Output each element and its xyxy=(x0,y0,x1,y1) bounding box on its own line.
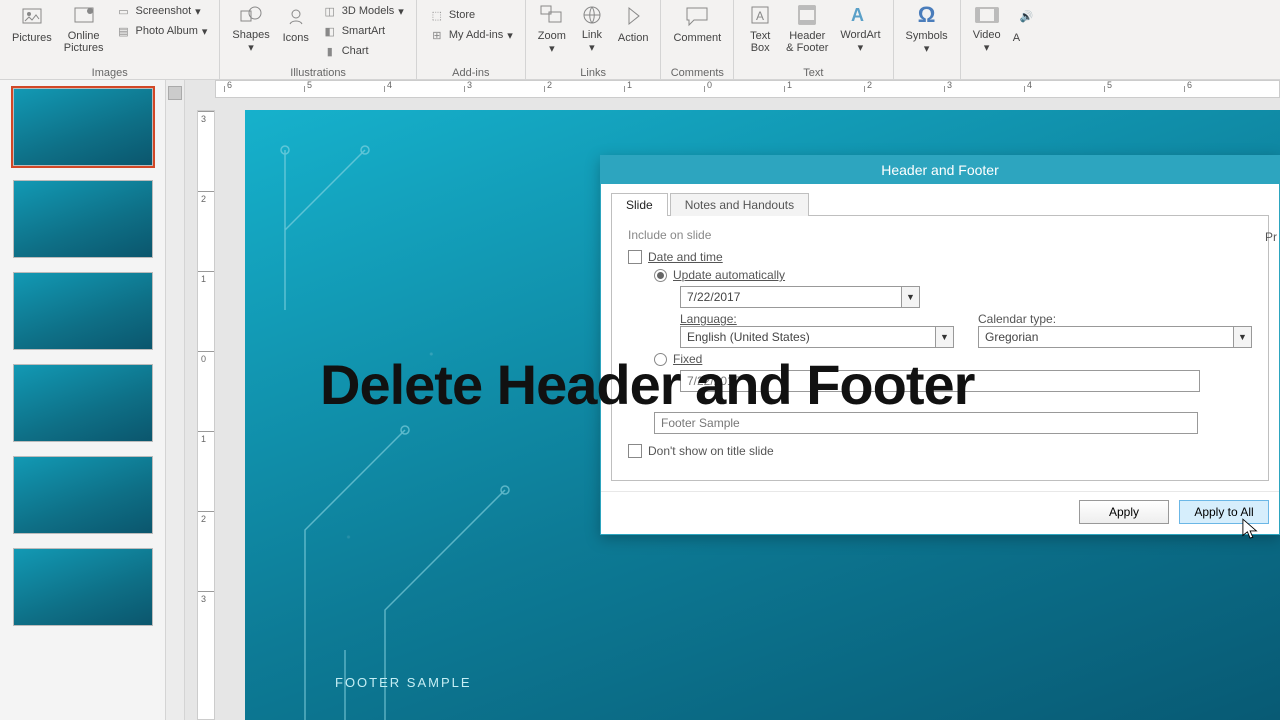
audio-icon: 🔊 xyxy=(1013,2,1037,30)
headerfooter-icon xyxy=(793,2,821,28)
dialog-tabstrip: Slide Notes and Handouts xyxy=(611,192,1269,216)
apply-to-all-button[interactable]: Apply to All xyxy=(1179,500,1269,524)
ribbon-group-illustrations: Shapes ▾ Icons ◫3D Models ▾ ◧SmartArt ▮C… xyxy=(220,0,416,79)
tab-pane-slide: Include on slide Date and time Update au… xyxy=(611,216,1269,481)
update-auto-radio[interactable] xyxy=(654,269,667,282)
store-button[interactable]: ⬚Store xyxy=(427,6,515,24)
audio-button[interactable]: 🔊A xyxy=(1007,0,1037,56)
calendar-type-label: Calendar type: xyxy=(978,312,1252,326)
group-label-images: Images xyxy=(6,65,213,79)
group-label-text: Text xyxy=(740,65,886,79)
group-label-comments: Comments xyxy=(667,65,727,79)
slide-thumbnail[interactable] xyxy=(13,88,153,166)
symbols-button[interactable]: ΩSymbols ▾ xyxy=(900,0,954,56)
icons-icon xyxy=(282,2,310,30)
ribbon-group-images: Pictures Online Pictures ▭Screenshot ▾ ▤… xyxy=(0,0,220,79)
preview-label: Pr xyxy=(1265,230,1277,244)
link-button[interactable]: Link ▾ xyxy=(572,0,612,56)
chart-button[interactable]: ▮Chart xyxy=(320,42,406,60)
slide-thumbnail[interactable] xyxy=(13,364,153,442)
online-picture-icon xyxy=(70,2,98,28)
group-label-addins: Add-ins xyxy=(423,65,519,79)
datetime-label: Date and time xyxy=(648,250,723,264)
action-button[interactable]: Action xyxy=(612,0,655,56)
online-pictures-label: Online Pictures xyxy=(64,30,104,54)
ribbon-group-comments: Comment Comments xyxy=(661,0,734,79)
shapes-button[interactable]: Shapes ▾ xyxy=(226,0,275,56)
group-label-illustrations: Illustrations xyxy=(226,65,409,79)
slide-thumbnail[interactable] xyxy=(13,180,153,258)
ribbon-group-links: Zoom ▾ Link ▾ Action Links xyxy=(526,0,662,79)
overlay-caption: Delete Header and Footer xyxy=(320,352,974,417)
ribbon-group-text: AText Box Header & Footer AWordArt ▾ Tex… xyxy=(734,0,893,79)
3d-models-button[interactable]: ◫3D Models ▾ xyxy=(320,2,406,20)
header-footer-dialog: Header and Footer Slide Notes and Handou… xyxy=(600,155,1280,535)
link-icon xyxy=(578,2,606,27)
smartart-button[interactable]: ◧SmartArt xyxy=(320,22,406,40)
date-format-combo[interactable]: 7/22/2017 ▼ xyxy=(680,286,920,308)
ribbon-group-media: Video ▾ 🔊A xyxy=(961,0,1043,79)
apply-button[interactable]: Apply xyxy=(1079,500,1169,524)
vertical-ruler: 3210123 xyxy=(197,110,215,720)
horizontal-ruler: 6543210123456 xyxy=(215,80,1280,98)
zoom-button[interactable]: Zoom ▾ xyxy=(532,0,572,56)
icons-button[interactable]: Icons xyxy=(276,0,316,56)
ribbon-group-addins: ⬚Store ⊞My Add-ins ▾ Add-ins xyxy=(417,0,526,79)
language-label: Language: xyxy=(680,312,954,326)
comment-button[interactable]: Comment xyxy=(667,0,727,56)
header-footer-button[interactable]: Header & Footer xyxy=(780,0,834,56)
group-label-links: Links xyxy=(532,65,655,79)
cube-icon: ◫ xyxy=(322,3,338,19)
addins-icon: ⊞ xyxy=(429,27,445,43)
language-combo[interactable]: English (United States) ▼ xyxy=(680,326,954,348)
tab-notes-handouts[interactable]: Notes and Handouts xyxy=(670,193,809,216)
svg-text:A: A xyxy=(851,5,864,25)
scrollbar-thumb[interactable] xyxy=(168,86,182,100)
datetime-checkbox[interactable] xyxy=(628,250,642,264)
album-icon: ▤ xyxy=(116,23,132,39)
store-icon: ⬚ xyxy=(429,7,445,23)
screenshot-icon: ▭ xyxy=(116,3,132,19)
slide-thumbnail[interactable] xyxy=(13,272,153,350)
calendar-combo[interactable]: Gregorian ▼ xyxy=(978,326,1252,348)
shapes-icon xyxy=(237,2,265,27)
chevron-down-icon[interactable]: ▼ xyxy=(1233,327,1251,347)
thumbnail-panel[interactable] xyxy=(0,80,165,720)
textbox-button[interactable]: AText Box xyxy=(740,0,780,56)
smartart-icon: ◧ xyxy=(322,23,338,39)
dont-show-title-checkbox[interactable] xyxy=(628,444,642,458)
thumbnail-scrollbar[interactable] xyxy=(165,80,185,720)
pictures-button[interactable]: Pictures xyxy=(6,0,58,56)
wordart-button[interactable]: AWordArt ▾ xyxy=(834,0,886,56)
my-addins-button[interactable]: ⊞My Add-ins ▾ xyxy=(427,26,515,44)
ribbon: Pictures Online Pictures ▭Screenshot ▾ ▤… xyxy=(0,0,1280,80)
wordart-icon: A xyxy=(846,2,874,27)
slide-thumbnail[interactable] xyxy=(13,456,153,534)
picture-icon xyxy=(18,2,46,30)
zoom-icon xyxy=(538,2,566,28)
photo-album-button[interactable]: ▤Photo Album ▾ xyxy=(114,22,210,40)
dont-show-title-label: Don't show on title slide xyxy=(648,444,774,458)
video-icon xyxy=(973,2,1001,27)
online-pictures-button[interactable]: Online Pictures xyxy=(58,0,110,56)
update-auto-label: Update automatically xyxy=(673,268,785,282)
chevron-down-icon[interactable]: ▼ xyxy=(901,287,919,307)
textbox-icon: A xyxy=(746,2,774,28)
pictures-label: Pictures xyxy=(12,32,52,44)
slide-footer-text: FOOTER SAMPLE xyxy=(335,675,472,690)
ribbon-group-symbols: ΩSymbols ▾ xyxy=(894,0,961,79)
action-icon xyxy=(619,2,647,30)
include-on-slide-label: Include on slide xyxy=(628,228,1252,242)
slide-thumbnail[interactable] xyxy=(13,548,153,626)
screenshot-button[interactable]: ▭Screenshot ▾ xyxy=(114,2,210,20)
chart-icon: ▮ xyxy=(322,43,338,59)
chevron-down-icon[interactable]: ▼ xyxy=(935,327,953,347)
dialog-title: Header and Footer xyxy=(601,156,1279,184)
comment-icon xyxy=(683,2,711,30)
video-button[interactable]: Video ▾ xyxy=(967,0,1007,56)
omega-icon: Ω xyxy=(913,2,941,28)
svg-text:A: A xyxy=(756,9,764,23)
tab-slide[interactable]: Slide xyxy=(611,193,668,216)
